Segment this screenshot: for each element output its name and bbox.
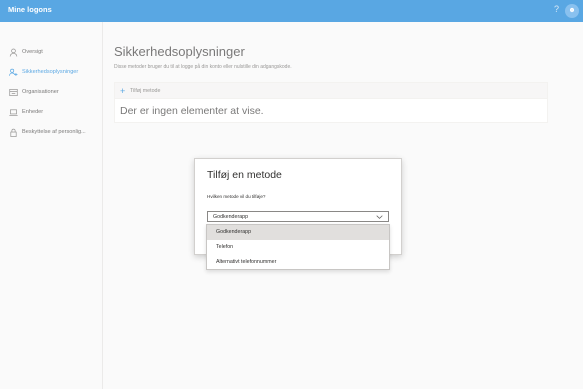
- method-select-value: Godkenderapp: [213, 214, 249, 220]
- method-question-label: Hvilken metode vil du tilføje?: [207, 194, 266, 199]
- method-option-phone[interactable]: Telefon: [207, 240, 389, 255]
- method-dropdown-list: Godkenderapp Telefon Alternativt telefon…: [206, 224, 390, 270]
- chevron-down-icon: [376, 214, 383, 220]
- dialog-title: Tilføj en metode: [207, 169, 282, 181]
- method-option-alternate-phone[interactable]: Alternativt telefonnummer: [207, 255, 389, 270]
- method-option-authenticator-app[interactable]: Godkenderapp: [207, 225, 389, 240]
- method-select[interactable]: Godkenderapp: [207, 211, 389, 222]
